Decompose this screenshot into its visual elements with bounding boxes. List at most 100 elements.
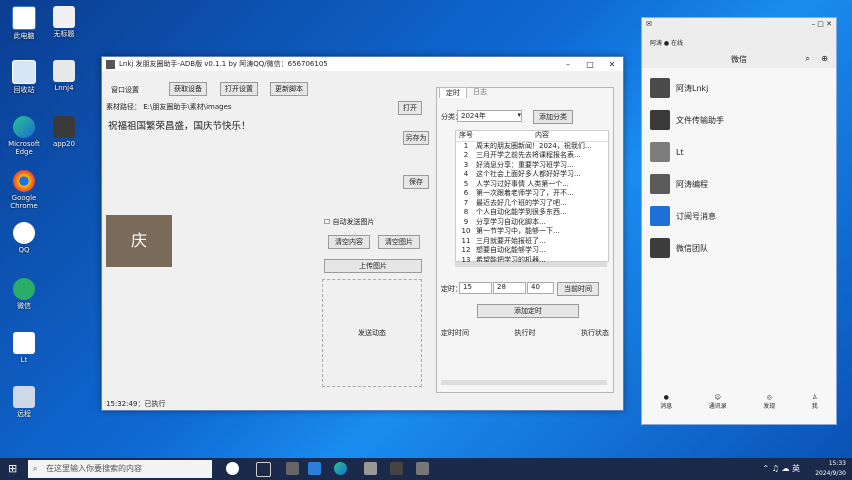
chat-item[interactable]: 微信团队 — [650, 238, 708, 258]
desktop-icon-remote[interactable]: 远程 — [4, 386, 44, 418]
chat-name: 阿涛编程 — [676, 179, 708, 189]
send-button[interactable]: 发送动态 — [323, 328, 421, 338]
content-table-body: 序号 内容 1 周末的朋友圈新闻！2024，祝我们... 2 三月开学之前先去将课程报… — [456, 131, 608, 265]
app-icon[interactable] — [416, 462, 429, 475]
search-icon[interactable]: ⌕ — [806, 54, 810, 64]
desktop-icon-wechat[interactable]: 微信 — [4, 278, 44, 310]
add-category-button[interactable]: 添加分类 — [533, 110, 573, 124]
table-row[interactable]: 1 周末的朋友圈新闻！2024，祝我们... — [456, 142, 608, 152]
window-controls[interactable]: – □ ✕ — [812, 20, 832, 28]
wechat-icon — [13, 278, 35, 300]
desktop-icon-lt[interactable]: Lt — [4, 332, 44, 364]
edge-icon — [13, 116, 35, 138]
tab-log[interactable]: 日志 — [467, 87, 493, 98]
maximize-button[interactable]: □ — [579, 60, 601, 69]
table-row[interactable]: 4 这个社会上面好多人都好好学习... — [456, 170, 608, 180]
nav-messages[interactable]: ● 消息 — [660, 394, 672, 424]
clock[interactable]: 15:33 2024/9/30 — [815, 459, 846, 479]
wechat-header: ✉ – □ ✕ 阿涛 ● 在线 微信 ⌕ ⊕ — [642, 18, 836, 68]
window-settings-button[interactable]: 窗口设置 — [107, 83, 143, 97]
windows-start-icon[interactable]: ⊞ — [8, 462, 17, 475]
image-thumbnail[interactable]: 庆 — [106, 215, 172, 267]
timer-hour-input[interactable]: 15 — [459, 282, 492, 294]
cortana-icon[interactable] — [226, 462, 239, 475]
chat-item[interactable]: 阿涛编程 — [650, 174, 708, 194]
timer-second-input[interactable]: 40 — [527, 282, 554, 294]
table-row[interactable]: 11 三月就要开始报班了... — [456, 237, 608, 247]
desktop-icon-qq[interactable]: QQ — [4, 222, 44, 254]
category-select[interactable]: 2024年 ▾ — [457, 110, 522, 122]
table-row[interactable]: 2 三月开学之前先去将课程报名表... — [456, 151, 608, 161]
clear-content-button[interactable]: 清空内容 — [328, 235, 370, 249]
desktop-icon-this-pc[interactable]: 此电脑 — [4, 6, 44, 40]
table-cell-index: 4 — [463, 170, 469, 178]
table-cell-content: 最近去好几个班的学习了吧... — [476, 198, 567, 207]
edge-icon[interactable] — [334, 462, 347, 475]
file-explorer-icon[interactable] — [286, 462, 299, 475]
nav-me[interactable]: ♙ 我 — [812, 394, 818, 424]
app-icon[interactable] — [364, 462, 377, 475]
desktop-icon-lnnj4[interactable]: Lnnj4 — [44, 60, 84, 92]
desktop-icon-edge[interactable]: Microsoft Edge — [4, 116, 44, 156]
table-row[interactable]: 12 想要自动化能够学习... — [456, 246, 608, 256]
nav-contacts[interactable]: ☺ 通讯录 — [709, 394, 727, 424]
save-button[interactable]: 保存 — [403, 175, 429, 189]
table-row[interactable]: 5 人学习过好事情 人类第一个... — [456, 180, 608, 190]
qq-icon — [13, 222, 35, 244]
recycle-bin-icon — [12, 60, 36, 84]
open-settings-button[interactable]: 打开设置 — [220, 82, 258, 96]
table-cell-content: 第一次跟着老师学习了，开不... — [476, 189, 574, 197]
system-tray-icons[interactable]: ⌃ ♫ ☁ 英 — [762, 463, 800, 474]
desktop-icon-file[interactable]: 无标题 — [44, 6, 84, 38]
chat-name: 微信团队 — [676, 243, 708, 253]
table-row[interactable]: 6 第一次跟着老师学习了，开不... — [456, 189, 608, 199]
desktop-icon-recycle-bin[interactable]: 回收站 — [4, 60, 44, 94]
chat-item[interactable]: Lt — [650, 142, 684, 162]
open-button[interactable]: 打开 — [398, 101, 422, 115]
table-row[interactable]: 9 分享学习自动化脚本... — [456, 218, 608, 228]
table-cell-content: 周末的朋友圈新闻！2024，祝我们... — [476, 141, 592, 150]
auto-send-checkbox[interactable]: ☐ 自动发送图片 — [324, 217, 375, 227]
content-table: 序号 内容 1 周末的朋友圈新闻！2024，祝我们... 2 三月开学之前先去将课程报… — [455, 130, 609, 265]
close-button[interactable]: ✕ — [601, 60, 623, 69]
window-title: Lnkj 发朋友圈助手-ADB版 v0.1.1 by 阿涛QQ/微信：65670… — [119, 60, 328, 68]
horizontal-scrollbar[interactable] — [455, 262, 607, 267]
current-time-button[interactable]: 当前时间 — [557, 282, 599, 296]
table-cell-content: 人学习过好事情 人类第一个... — [476, 179, 569, 188]
chat-item[interactable]: 文件传输助手 — [650, 110, 724, 130]
task-view-icon[interactable] — [256, 462, 271, 477]
material-path-value: E:\朋友圈助手\素材\images — [143, 103, 232, 111]
chevron-down-icon: ▾ — [517, 111, 521, 119]
chat-name: 阿涛Lnkj — [676, 83, 709, 93]
get-device-button[interactable]: 获取设备 — [169, 82, 207, 96]
desktop-icon-app20[interactable]: app20 — [44, 116, 84, 148]
status-bar: 15:32:49：已执行 — [106, 400, 166, 408]
calligraphy-image: 庆 — [130, 231, 147, 250]
save-as-button[interactable]: 另存为 — [403, 131, 429, 145]
app-icon[interactable] — [390, 462, 403, 475]
tab-schedule[interactable]: 定时 — [439, 87, 467, 98]
taskbar-search-input[interactable]: ⌕ 在这里输入你要搜索的内容 — [28, 460, 212, 478]
table-cell-index: 7 — [463, 198, 469, 207]
vscode-icon[interactable] — [308, 462, 321, 475]
chat-item[interactable]: 阿涛Lnkj — [650, 78, 708, 98]
add-icon[interactable]: ⊕ — [821, 54, 828, 63]
table-row[interactable]: 10 第一节学习中，能够一下... — [456, 227, 608, 237]
clear-images-button[interactable]: 清空图片 — [378, 235, 420, 249]
desktop-icon-chrome[interactable]: Google Chrome — [4, 170, 44, 210]
nav-discover[interactable]: ◎ 发现 — [763, 394, 775, 424]
schedule-scrollbar[interactable] — [441, 380, 607, 385]
timer-minute-input[interactable]: 28 — [493, 282, 526, 294]
table-row[interactable]: 8 个人自动化能学到很多东西... — [456, 208, 608, 218]
avatar — [650, 174, 670, 194]
minimize-button[interactable]: – — [557, 60, 579, 69]
table-row[interactable]: 3 好消息分享：重要学习班学习... — [456, 161, 608, 171]
avatar — [650, 110, 670, 130]
chat-item[interactable]: 订阅号消息 — [650, 206, 716, 226]
chat-bubble-icon: ● — [663, 394, 669, 401]
table-row[interactable]: 7 最近去好几个班的学习了吧... — [456, 199, 608, 209]
upload-images-button[interactable]: 上传图片 — [324, 259, 422, 273]
post-text-area[interactable]: 祝福祖国繁荣昌盛，国庆节快乐！ — [105, 115, 401, 211]
update-script-button[interactable]: 更新脚本 — [270, 82, 308, 96]
add-timer-button[interactable]: 添加定时 — [477, 304, 579, 318]
